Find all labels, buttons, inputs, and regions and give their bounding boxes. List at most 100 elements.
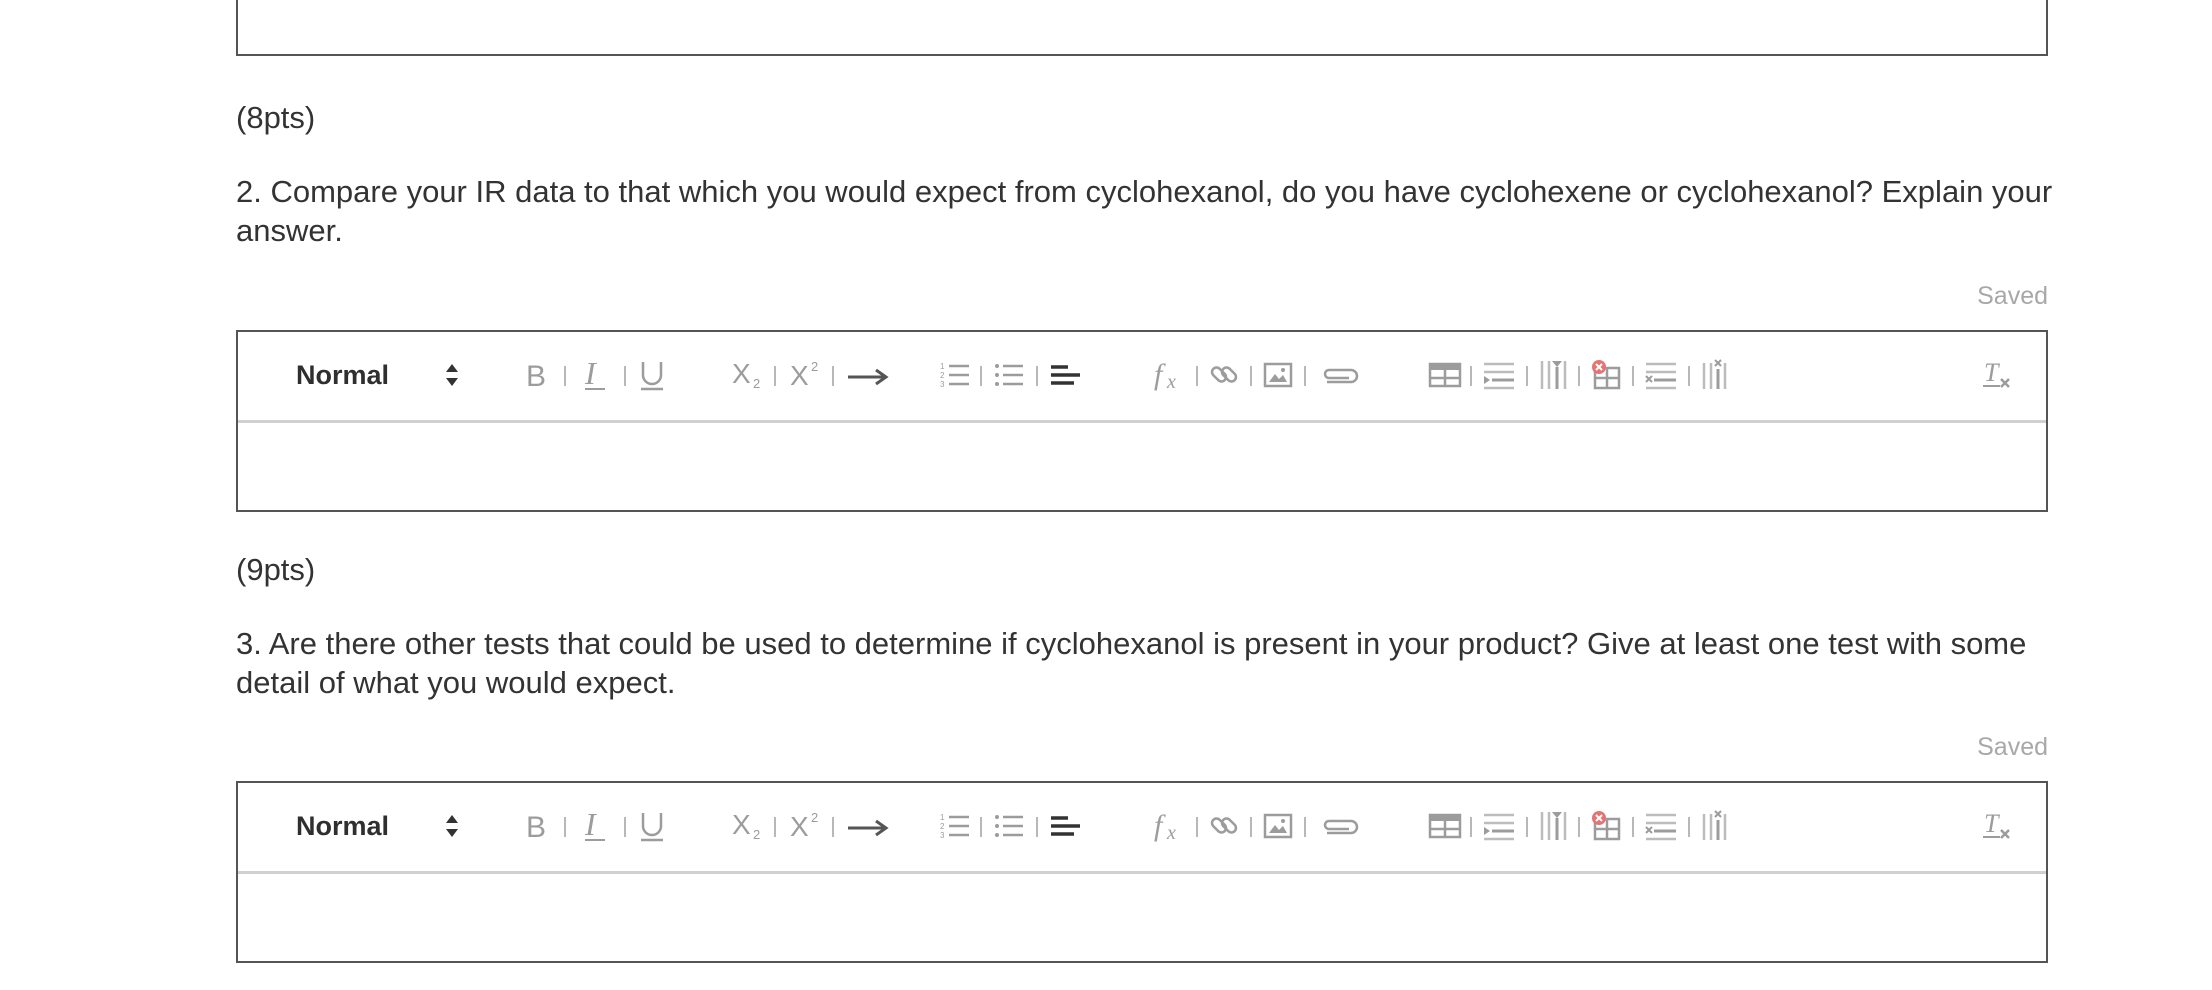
format-select[interactable]: Normal (296, 811, 389, 842)
editor-content-area[interactable] (238, 874, 2046, 962)
image-icon[interactable] (1262, 352, 1294, 398)
table-icon[interactable] (1428, 352, 1462, 398)
toolbar-separator (774, 817, 776, 837)
toolbar-separator (1250, 366, 1252, 386)
subscript-icon[interactable]: X2 (732, 352, 764, 398)
underline-icon[interactable] (638, 803, 666, 849)
bullet-list-icon[interactable] (994, 352, 1024, 398)
svg-text:X: X (790, 360, 809, 391)
clear-format-icon[interactable]: T (1982, 803, 2014, 849)
svg-text:x: x (1166, 371, 1176, 392)
insert-row-icon[interactable] (1482, 352, 1516, 398)
insert-row-icon[interactable] (1482, 803, 1516, 849)
svg-text:2: 2 (753, 376, 760, 391)
ordered-list-icon[interactable]: 123 (940, 803, 970, 849)
toolbar-separator (1688, 366, 1690, 386)
toolbar-separator (1304, 366, 1306, 386)
toolbar-separator (1036, 366, 1038, 386)
insert-column-icon[interactable] (1538, 352, 1568, 398)
align-icon[interactable] (1050, 803, 1082, 849)
question-2-points: (8pts) (236, 100, 316, 135)
svg-text:f: f (1154, 809, 1166, 842)
toolbar-separator (564, 817, 566, 837)
svg-text:2: 2 (753, 827, 760, 842)
svg-text:2: 2 (940, 371, 945, 380)
bold-icon[interactable]: B (524, 803, 550, 849)
svg-text:X: X (732, 810, 751, 840)
format-select[interactable]: Normal (296, 360, 389, 391)
superscript-icon[interactable]: X2 (790, 352, 822, 398)
toolbar-separator (1526, 817, 1528, 837)
editor-content-area[interactable] (238, 423, 2046, 511)
toolbar-separator (624, 366, 626, 386)
italic-icon[interactable]: I (582, 352, 608, 398)
formula-icon[interactable]: fx (1154, 352, 1186, 398)
link-icon[interactable] (1208, 803, 1240, 849)
subscript-icon[interactable]: X2 (732, 803, 764, 849)
toolbar-separator (1470, 817, 1472, 837)
toolbar-separator (774, 366, 776, 386)
select-arrows-icon[interactable] (445, 363, 459, 387)
delete-table-icon[interactable] (1590, 352, 1622, 398)
toolbar-separator (1578, 366, 1580, 386)
italic-icon[interactable]: I (582, 803, 608, 849)
ordered-list-icon[interactable]: 123 (940, 352, 970, 398)
svg-text:T: T (1984, 359, 2000, 387)
delete-table-icon[interactable] (1590, 803, 1622, 849)
delete-column-icon[interactable] (1700, 352, 1730, 398)
toolbar-separator (980, 366, 982, 386)
link-icon[interactable] (1208, 352, 1240, 398)
superscript-icon[interactable]: X2 (790, 803, 822, 849)
svg-text:2: 2 (940, 822, 945, 831)
svg-text:X: X (790, 811, 809, 842)
question-2-answer-editor: Normal B I X2 X2 123 fx T (236, 330, 2048, 512)
toolbar-separator (832, 366, 834, 386)
svg-text:2: 2 (811, 810, 818, 825)
svg-text:B: B (526, 811, 546, 841)
toolbar-separator (1250, 817, 1252, 837)
attachment-icon[interactable] (1318, 352, 1362, 398)
delete-row-icon[interactable] (1644, 803, 1678, 849)
svg-text:X: X (732, 359, 751, 389)
question-3-saved-status: Saved (1977, 733, 2048, 761)
align-icon[interactable] (1050, 352, 1082, 398)
editor-toolbar: Normal B I X2 X2 123 fx T (238, 332, 2046, 423)
formula-icon[interactable]: fx (1154, 803, 1186, 849)
bullet-list-icon[interactable] (994, 803, 1024, 849)
select-arrows-icon[interactable] (445, 814, 459, 838)
toolbar-separator (624, 817, 626, 837)
svg-text:I: I (584, 810, 597, 842)
image-icon[interactable] (1262, 803, 1294, 849)
arrow-icon[interactable] (846, 352, 890, 398)
svg-text:f: f (1154, 358, 1166, 391)
toolbar-separator (1196, 817, 1198, 837)
toolbar-separator (1304, 817, 1306, 837)
svg-text:1: 1 (940, 813, 945, 822)
toolbar-separator (564, 366, 566, 386)
clear-format-icon[interactable]: T (1982, 352, 2014, 398)
arrow-icon[interactable] (846, 803, 890, 849)
table-icon[interactable] (1428, 803, 1462, 849)
svg-text:B: B (526, 360, 546, 390)
toolbar-separator (1526, 366, 1528, 386)
delete-column-icon[interactable] (1700, 803, 1730, 849)
svg-text:x: x (1166, 822, 1176, 843)
toolbar-separator (1632, 366, 1634, 386)
editor-toolbar: Normal B I X2 X2 123 fx T (238, 783, 2046, 874)
attachment-icon[interactable] (1318, 803, 1362, 849)
toolbar-separator (1688, 817, 1690, 837)
previous-answer-editor[interactable] (236, 0, 2048, 56)
delete-row-icon[interactable] (1644, 352, 1678, 398)
question-3-text: 3. Are there other tests that could be u… (236, 626, 2027, 700)
toolbar-separator (1578, 817, 1580, 837)
toolbar-separator (1470, 366, 1472, 386)
svg-text:1: 1 (940, 362, 945, 371)
toolbar-separator (1036, 817, 1038, 837)
bold-icon[interactable]: B (524, 352, 550, 398)
question-3-answer-editor: Normal B I X2 X2 123 fx T (236, 781, 2048, 963)
question-3-points: (9pts) (236, 552, 316, 587)
svg-text:3: 3 (940, 380, 945, 389)
insert-column-icon[interactable] (1538, 803, 1568, 849)
underline-icon[interactable] (638, 352, 666, 398)
toolbar-separator (1632, 817, 1634, 837)
